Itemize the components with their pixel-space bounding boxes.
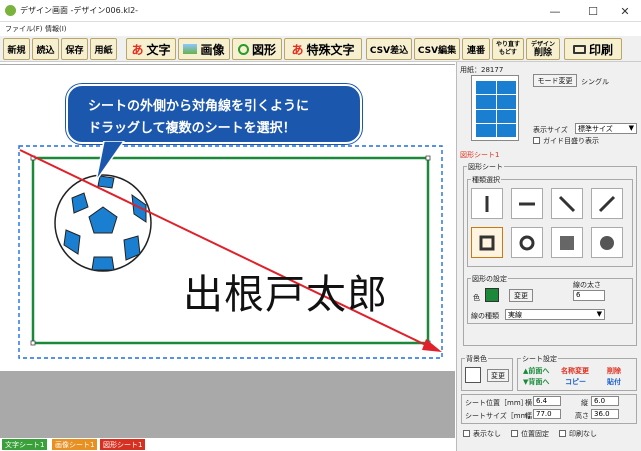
rectangle-filled-icon xyxy=(560,235,574,250)
pos-y-input[interactable]: 6.0 xyxy=(591,396,619,406)
front-button[interactable]: ▲前面へ xyxy=(523,366,549,376)
paper-preview xyxy=(471,75,519,141)
chevron-down-icon: ▼ xyxy=(628,124,634,132)
display-size-select[interactable]: 標準サイズ ▼ xyxy=(575,123,637,134)
callout-line-1: シートの外側から対角線を引くように xyxy=(88,99,310,114)
line-width-value: 6 xyxy=(576,291,581,299)
line-type-select[interactable]: 実線 ▼ xyxy=(505,309,605,320)
design-delete-button[interactable]: デザイン 削除 xyxy=(526,38,560,60)
hide-checkbox[interactable] xyxy=(463,430,470,437)
copy-button[interactable]: コピー xyxy=(565,377,586,387)
selection-handle xyxy=(30,340,36,346)
diagonal-up-line-button[interactable] xyxy=(591,188,623,219)
bg-change-button[interactable]: 変更 xyxy=(487,369,509,382)
lock-checkbox[interactable] xyxy=(511,430,518,437)
circle-filled-button[interactable] xyxy=(591,227,623,258)
rectangle-filled-button[interactable] xyxy=(551,227,583,258)
tab-shape-sheet[interactable]: 図形シート1 xyxy=(100,439,146,450)
circle-outline-button[interactable] xyxy=(511,227,543,258)
maximize-button[interactable]: ☐ xyxy=(576,0,610,22)
noprint-label: 印刷なし xyxy=(569,430,597,438)
lock-label: 位置固定 xyxy=(521,430,549,438)
color-change-button[interactable]: 変更 xyxy=(509,289,533,302)
mode-value: シングル xyxy=(581,78,609,86)
redo-label[interactable]: もどす xyxy=(499,49,517,57)
tab-image-sheet[interactable]: 画像シート1 xyxy=(52,439,98,450)
pos-y-value: 6.0 xyxy=(594,397,606,405)
line-type-label: 線の種類 xyxy=(471,312,499,320)
canvas-overlay xyxy=(18,145,443,359)
print-button[interactable]: 印刷 xyxy=(564,38,622,60)
back-button[interactable]: ▼背面へ xyxy=(523,377,549,387)
display-size-label: 表示サイズ xyxy=(533,126,568,134)
properties-panel: 用紙：28177 モード変更 シングル 表示サイズ 標準サイズ ▼ ガイド目盛り… xyxy=(456,62,641,451)
close-button[interactable]: ✕ xyxy=(608,0,641,22)
horizontal-line-icon xyxy=(519,202,535,205)
name-text[interactable]: 出根戸太郎 xyxy=(183,262,388,320)
delete-button[interactable]: 削除 xyxy=(607,366,621,376)
design-delete-label: 削除 xyxy=(533,48,552,58)
tab-text-sheet[interactable]: 文字シート1 xyxy=(2,439,48,450)
guide-checkbox[interactable] xyxy=(533,137,540,144)
circle-filled-icon xyxy=(600,235,614,250)
bg-color-label: 背景色 xyxy=(465,354,488,364)
pos-y-label: 縦 xyxy=(581,399,588,407)
mode-change-button[interactable]: モード変更 xyxy=(533,74,577,87)
paper-preview-grid xyxy=(476,81,516,137)
height-value: 36.0 xyxy=(594,410,610,418)
chevron-down-icon: ▼ xyxy=(596,310,602,318)
diagonal-down-line-icon xyxy=(558,195,576,212)
callout-tail xyxy=(95,141,125,182)
width-value: 77.0 xyxy=(536,410,552,418)
line-width-label: 線の太さ xyxy=(573,281,601,289)
horizontal-line-button[interactable] xyxy=(511,188,543,219)
rename-button[interactable]: 名称変更 xyxy=(561,366,589,376)
shape-settings-label: 図形の設定 xyxy=(471,274,508,284)
sheet-name: 図形シート1 xyxy=(460,151,500,159)
width-label: 幅 xyxy=(525,412,532,420)
paper-label: 用紙：28177 xyxy=(460,66,504,74)
undo-label[interactable]: やり直す xyxy=(496,41,520,49)
hide-label: 表示なし xyxy=(473,430,501,438)
paste-button[interactable]: 貼付 xyxy=(607,377,621,387)
selection-handle xyxy=(425,155,431,161)
display-size-value: 標準サイズ xyxy=(578,125,613,133)
noprint-checkbox[interactable] xyxy=(559,430,566,437)
height-label: 高さ xyxy=(575,412,589,420)
color-label: 色 xyxy=(473,294,480,302)
shape-sheet-group-label: 図形シート xyxy=(467,162,504,172)
callout-line-2: ドラッグして複数のシートを選択！ xyxy=(88,121,296,136)
line-width-input[interactable]: 6 xyxy=(573,290,605,301)
diagonal-down-line-button[interactable] xyxy=(551,188,583,219)
sheet-position-label: シート位置［mm］ xyxy=(465,399,528,407)
type-group-label: 種類選択 xyxy=(471,175,501,185)
diagonal-up-line-icon xyxy=(598,195,616,212)
guide-label: ガイド目盛り表示 xyxy=(543,137,599,145)
vertical-line-button[interactable] xyxy=(471,188,503,219)
height-input[interactable]: 36.0 xyxy=(591,409,619,419)
printer-icon xyxy=(572,44,586,54)
circle-outline-icon xyxy=(519,235,535,250)
vertical-line-icon xyxy=(485,195,489,212)
rectangle-outline-icon xyxy=(479,235,495,250)
serial-button[interactable]: 連番 xyxy=(462,38,490,60)
minimize-button[interactable]: — xyxy=(538,0,572,22)
width-input[interactable]: 77.0 xyxy=(533,409,561,419)
line-type-value: 実線 xyxy=(508,311,522,319)
drag-arrow-head xyxy=(422,339,442,352)
pos-x-value: 6.4 xyxy=(536,397,548,405)
bg-color-swatch[interactable] xyxy=(465,367,481,383)
instruction-callout: シートの外側から対角線を引くように ドラッグして複数のシートを選択！ xyxy=(66,84,362,144)
undo-redo-button[interactable]: やり直す もどす xyxy=(492,38,524,60)
pos-x-label: 横 xyxy=(525,399,532,407)
pos-x-input[interactable]: 6.4 xyxy=(533,396,561,406)
sheet-tab-bar: 文字シート1 画像シート1 図形シート1 xyxy=(0,438,455,451)
print-button-label: 印刷 xyxy=(588,42,613,57)
sheet-settings-label: シート設定 xyxy=(521,354,558,364)
shape-color-swatch[interactable] xyxy=(485,288,499,302)
rectangle-outline-button[interactable] xyxy=(471,227,503,258)
